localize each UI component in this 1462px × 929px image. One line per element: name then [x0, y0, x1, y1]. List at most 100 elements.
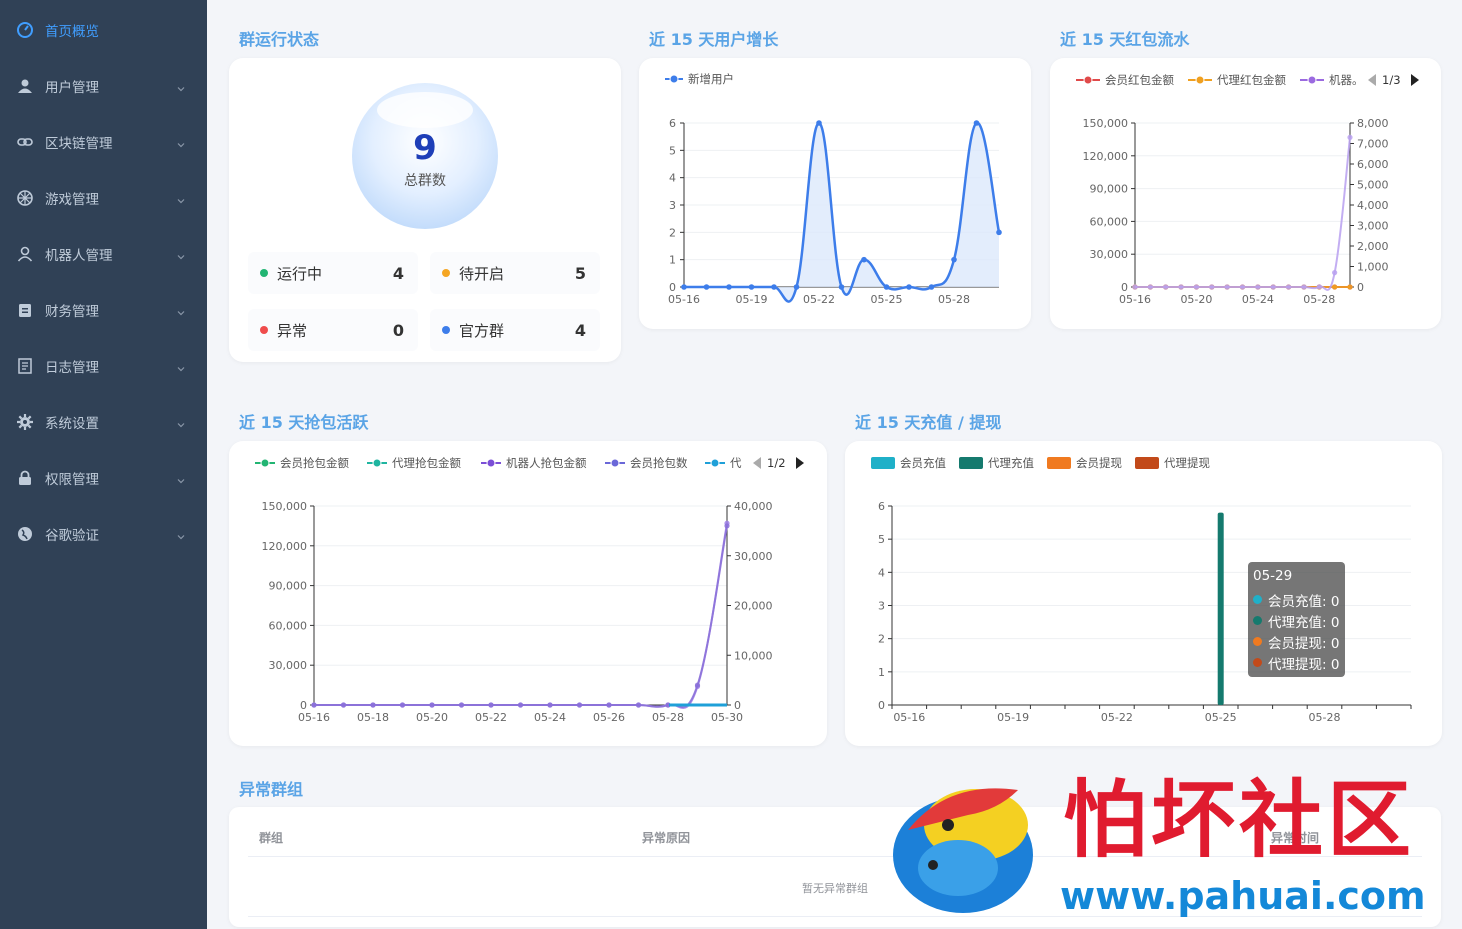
- y-tick-label: 5: [878, 533, 885, 546]
- sidebar-item[interactable]: 用户管理: [0, 58, 207, 114]
- x-tick-label: 05-16: [893, 711, 925, 724]
- left-tick-label: 60,000: [269, 619, 308, 632]
- x-tick-label: 05-22: [1101, 711, 1133, 724]
- data-point: [681, 284, 687, 290]
- status-label: 运行中: [277, 264, 323, 283]
- tooltip-row-label: 会员提现: 0: [1268, 635, 1340, 652]
- legend-swatch: [1135, 457, 1159, 469]
- sidebar: 首页概览用户管理区块链管理游戏管理 机器人管理 财务管理日志管理系统设置 权限管理谷歌…: [0, 0, 207, 929]
- data-point: [517, 702, 524, 708]
- status-label: 待开启: [459, 264, 505, 283]
- data-point: [1255, 284, 1261, 290]
- sidebar-item[interactable]: 区块链管理: [0, 114, 207, 170]
- legend-label: 会员抢包数: [630, 456, 688, 470]
- left-tick-label: 120,000: [262, 540, 308, 553]
- data-point: [458, 702, 465, 708]
- tooltip-dot: [1253, 658, 1262, 667]
- pager-next-icon: [796, 457, 804, 469]
- clipboard-icon: [17, 302, 33, 318]
- x-tick-label: 05-28: [1309, 711, 1341, 724]
- pager-prev-icon: [1368, 74, 1376, 86]
- left-tick-label: 150,000: [1083, 117, 1129, 130]
- series-line: [1134, 137, 1351, 291]
- tooltip-row-label: 会员充值: 0: [1268, 593, 1340, 610]
- pager-label: 1/2: [767, 456, 786, 470]
- data-point: [1224, 284, 1230, 290]
- left-tick-label: 90,000: [269, 580, 308, 593]
- right-tick-label: 3,000: [1357, 220, 1389, 233]
- right-tick-label: 0: [1357, 281, 1364, 294]
- status-value: 5: [574, 263, 586, 283]
- x-tick-label: 05-20: [1180, 293, 1212, 306]
- data-point: [793, 284, 800, 290]
- data-point: [748, 284, 755, 290]
- red-packet-chart: 会员红包金额 代理红包金额 机器。 1/3 0 30,000 60,000 90,000 120…: [1076, 73, 1419, 306]
- data-point: [724, 523, 730, 529]
- y-tick-label: 0: [878, 699, 885, 712]
- sidebar-item[interactable]: 权限管理: [0, 450, 207, 506]
- data-point: [703, 284, 710, 290]
- data-point: [951, 256, 957, 263]
- status-value: 4: [574, 320, 586, 340]
- legend-label: 代理提现: [1164, 456, 1210, 470]
- chevron-down-icon: [177, 250, 185, 260]
- chevron-down-icon: [177, 138, 185, 148]
- x-tick-label: 05-28: [938, 293, 970, 306]
- legend-label: 会员抢包金额: [280, 456, 349, 470]
- y-tick-label: 1: [878, 666, 885, 679]
- tooltip-row-label: 代理提现: 0: [1268, 656, 1340, 673]
- globe-icon: [17, 526, 33, 542]
- sidebar-item[interactable]: 谷歌验证: [0, 506, 207, 562]
- data-point: [996, 229, 1002, 236]
- red-packet-title: 近 15 天红包流水: [1060, 30, 1190, 49]
- x-tick-label: 05-19: [997, 711, 1029, 724]
- link-icon: [17, 134, 33, 150]
- user-growth-card: 新增用户 0 1 2 3 4 5 6 05-16 05-19 05-22 05-25 05-28: [639, 58, 1031, 329]
- pager-next-icon: [1411, 74, 1419, 86]
- data-point: [1132, 284, 1138, 290]
- tooltip-row: 会员充值: 0: [1253, 589, 1340, 610]
- data-point: [1316, 284, 1322, 290]
- data-point: [1270, 284, 1276, 290]
- recharge-card: 会员充值 代理充值 会员提现 代理提现 0 1 2 3 4 5 6 05-16 05-19 05-22 05…: [845, 441, 1442, 746]
- sidebar-item[interactable]: 系统设置: [0, 394, 207, 450]
- legend-label: 机器人抢包金额: [506, 456, 587, 470]
- data-point: [838, 284, 845, 290]
- data-point: [906, 284, 912, 290]
- sidebar-item[interactable]: 机器人管理: [0, 226, 207, 282]
- status-stat: 待开启 5: [430, 252, 600, 294]
- sidebar-item-label: 用户管理: [45, 80, 99, 96]
- status-label: 官方群: [459, 321, 505, 340]
- sidebar-item[interactable]: 日志管理: [0, 338, 207, 394]
- data-point: [340, 702, 347, 708]
- y-tick-label: 4: [669, 172, 676, 185]
- y-tick-label: 6: [878, 500, 885, 513]
- dashboard-icon: [17, 22, 33, 38]
- recharge-chart: 会员充值 代理充值 会员提现 代理提现 0 1 2 3 4 5 6 05-16 05-19 05-22 05…: [871, 456, 1412, 724]
- sidebar-item-label: 日志管理: [45, 360, 99, 376]
- col-group: 群组: [259, 831, 284, 845]
- right-tick-label: 8,000: [1357, 117, 1389, 130]
- legend-marker: [260, 458, 270, 468]
- left-tick-label: 30,000: [1090, 248, 1129, 261]
- left-tick-label: 90,000: [1090, 183, 1129, 196]
- x-tick-label: 05-26: [593, 711, 625, 724]
- sidebar-item[interactable]: 游戏管理: [0, 170, 207, 226]
- sidebar-item-label: 区块链管理: [45, 136, 113, 152]
- x-tick-label: 05-16: [1119, 293, 1151, 306]
- group-status-title: 群运行状态: [239, 30, 320, 49]
- sidebar-item[interactable]: 首页概览: [0, 2, 207, 58]
- series-line: [314, 523, 728, 709]
- data-point: [1347, 134, 1353, 140]
- sidebar-item-label: 谷歌验证: [45, 528, 99, 544]
- legend-label: 代理充值: [988, 456, 1034, 470]
- sidebar-item[interactable]: 财务管理: [0, 282, 207, 338]
- user-growth-title: 近 15 天用户增长: [649, 30, 779, 49]
- status-label: 异常: [277, 321, 308, 340]
- sidebar-item-label: 首页概览: [45, 24, 99, 40]
- x-tick-label: 05-24: [534, 711, 566, 724]
- legend-label: 代理抢包金额: [392, 456, 461, 470]
- x-tick-label: 05-28: [1303, 293, 1335, 306]
- legend-label: 会员提现: [1076, 456, 1122, 470]
- legend-marker: [486, 458, 496, 468]
